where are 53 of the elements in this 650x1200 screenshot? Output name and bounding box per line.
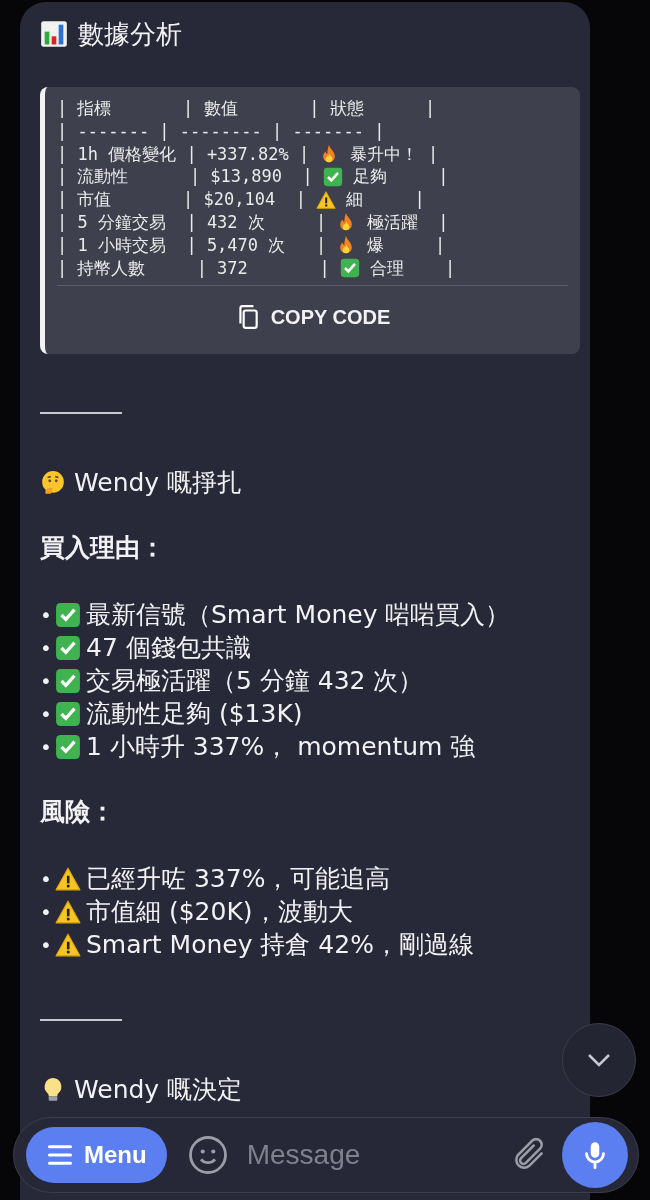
code-text: | ------- | -------- | ------- | (57, 119, 385, 143)
bullet: • (40, 602, 50, 627)
bullet-text: 1 小時升 337%， momentum 強 (86, 731, 476, 764)
code-text: 暴升中！ | (348, 142, 439, 166)
warning-icon (316, 189, 337, 210)
section-label: 風險： (40, 796, 116, 829)
check-icon (339, 257, 360, 278)
check-icon (322, 166, 343, 187)
bullet: • (40, 932, 50, 957)
check-icon (55, 634, 81, 661)
section-label: 買入理由： (40, 532, 166, 565)
check-icon (55, 601, 81, 628)
section-heading: Wendy 嘅決定 (74, 1074, 243, 1107)
code-text: | 1 小時交易 | 5,470 次 | (57, 233, 328, 257)
bullet-text: Smart Money 持倉 42%，剛過線 (86, 929, 474, 962)
section-heading: Wendy 嘅掙扎 (74, 467, 243, 500)
bullet-text: 市值細 ($20K)，波動大 (86, 896, 353, 929)
code-text: 合理 | (369, 256, 456, 280)
code-text: 極活躍 | (365, 211, 449, 234)
bullet-text: 最新信號（Smart Money 啱啱買入） (86, 599, 511, 632)
code-text: 細 | (345, 188, 425, 211)
check-icon (55, 667, 81, 694)
code-text: 足夠 | (352, 165, 449, 189)
warning-icon (55, 898, 81, 925)
bullet-text: 已經升咗 337%，可能追高 (86, 863, 391, 896)
menu-button[interactable]: Menu (26, 1127, 167, 1183)
code-text: | 市值 | $20,104 | (57, 188, 307, 211)
message-title: 數據分析 (78, 17, 182, 51)
warning-icon (55, 865, 81, 892)
code-text: | 1h 價格變化 | +337.82% | (57, 142, 311, 166)
microphone-button[interactable] (562, 1122, 628, 1188)
code-text: | 指標 | 數值 | 狀態 | (57, 97, 436, 120)
bar-chart-icon (40, 20, 68, 48)
code-text: | 5 分鐘交易 | 432 次 | (57, 211, 328, 234)
emoji-icon[interactable] (186, 1134, 229, 1176)
bullet: • (40, 701, 50, 726)
bullet-text: 交易極活躍（5 分鐘 432 次） (86, 665, 424, 698)
bullet-text: 流動性足夠 ($13K) (86, 698, 303, 731)
bullet: • (40, 899, 50, 924)
message-field[interactable]: Message (236, 1139, 502, 1171)
code-text: | 持幣人數 | 372 | (57, 256, 331, 280)
bullet: • (40, 668, 50, 693)
bullet: • (40, 635, 50, 660)
code-text: | 流動性 | $13,890 | (57, 165, 314, 189)
warning-icon (55, 931, 81, 958)
check-icon (55, 700, 81, 727)
copy-code-button[interactable]: COPY CODE (57, 286, 568, 347)
bullet: • (40, 734, 50, 759)
code-text: 爆 | (365, 233, 446, 257)
thinking-face-icon (40, 469, 66, 496)
check-icon (55, 733, 81, 760)
bullet: • (40, 866, 50, 891)
bullet-text: 47 個錢包共識 (86, 632, 251, 665)
